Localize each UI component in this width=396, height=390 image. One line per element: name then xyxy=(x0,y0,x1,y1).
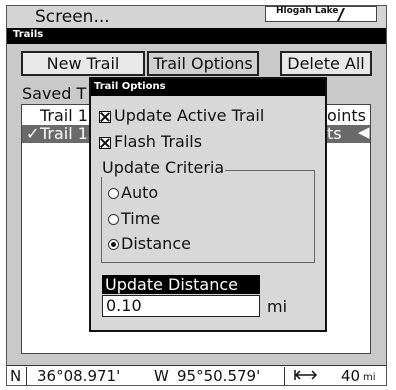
dialog-title-bar: Trail Options xyxy=(91,79,325,96)
gps-screen: Screen... Hlogah Lake Trails New Trail T… xyxy=(6,5,387,386)
radio-empty-icon xyxy=(108,188,119,199)
update-criteria-label: Update Criteria xyxy=(101,158,226,177)
delete-all-button[interactable]: Delete All xyxy=(280,51,372,76)
mini-map: Hlogah Lake xyxy=(265,6,377,22)
map-name: Hlogah Lake xyxy=(276,6,339,16)
update-distance-input[interactable]: 0.10 xyxy=(102,295,260,317)
trail-options-dialog: Trail Options Update Active Trail Flash … xyxy=(89,77,327,332)
flash-trails-checkbox[interactable]: Flash Trails xyxy=(99,132,202,151)
status-bar: N 36°08.971' W 95°50.579' 40 mi xyxy=(7,365,386,385)
radio-selected-icon xyxy=(108,239,119,250)
map-scale-unit: mi xyxy=(363,372,376,383)
map-scale-value: 40 xyxy=(341,367,361,385)
latitude-value: 36°08.971' xyxy=(37,367,121,385)
checkbox-label: Flash Trails xyxy=(114,132,203,151)
trail-options-button[interactable]: Trail Options xyxy=(147,51,259,76)
screen-label[interactable]: Screen... xyxy=(35,7,110,27)
dialog-title: Trail Options xyxy=(94,81,166,92)
checkbox-checked-icon xyxy=(99,110,111,123)
radio-label: Auto xyxy=(121,183,159,202)
top-strip: Screen... Hlogah Lake xyxy=(7,6,386,28)
range-arrows-icon xyxy=(293,366,319,385)
radio-label: Time xyxy=(121,209,161,228)
trail-name: Trail 1 xyxy=(40,106,88,125)
radio-label: Distance xyxy=(121,234,191,253)
trail-name: Trail 1 xyxy=(40,124,88,143)
checkbox-checked-icon xyxy=(99,136,111,149)
window-title: Trails xyxy=(13,29,44,40)
saved-trails-label: Saved T xyxy=(22,84,87,103)
longitude-value: 95°50.579' xyxy=(177,367,261,385)
selection-arrow-icon: ◀ xyxy=(358,123,370,141)
window-title-bar: Trails xyxy=(7,28,386,44)
radio-time[interactable]: Time xyxy=(108,209,160,228)
distance-unit: mi xyxy=(267,297,288,316)
new-trail-button[interactable]: New Trail xyxy=(21,51,145,76)
radio-auto[interactable]: Auto xyxy=(108,183,158,202)
update-active-trail-checkbox[interactable]: Update Active Trail xyxy=(99,106,264,125)
trail-points: ts xyxy=(327,124,342,143)
divider xyxy=(26,367,27,385)
latitude-hemisphere: N xyxy=(10,367,22,385)
divider xyxy=(284,367,285,385)
check-icon: ✓ xyxy=(26,124,40,143)
radio-empty-icon xyxy=(108,214,119,225)
longitude-hemisphere: W xyxy=(154,367,169,385)
radio-distance[interactable]: Distance xyxy=(108,234,191,253)
checkbox-label: Update Active Trail xyxy=(114,106,265,125)
update-distance-label: Update Distance xyxy=(102,275,260,294)
